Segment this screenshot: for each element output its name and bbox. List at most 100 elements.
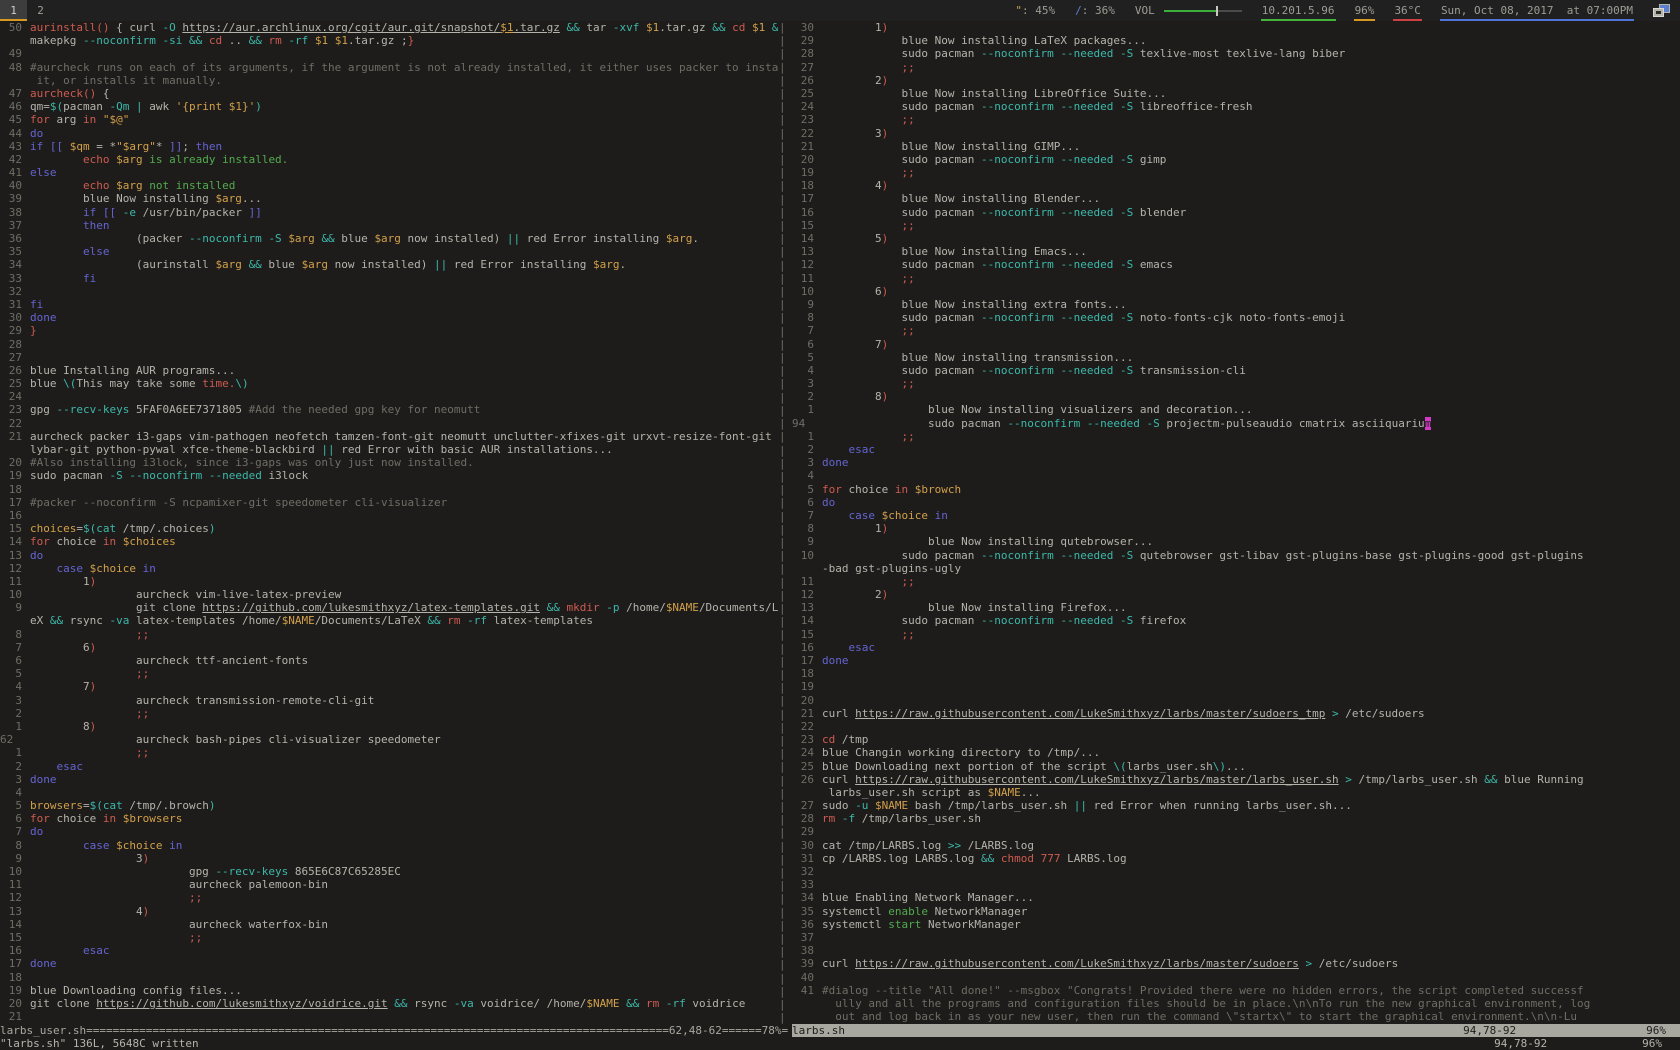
line-number: 25: [792, 87, 814, 100]
line-number: 32: [0, 285, 22, 298]
line-number: 31: [792, 852, 814, 865]
line-number: 35: [0, 245, 22, 258]
line-number: 22: [0, 417, 22, 430]
code-line: 21curl https://raw.githubusercontent.com…: [792, 707, 1680, 720]
code-line: 16 esac: [792, 641, 1680, 654]
statusline-right-ruler: 94,78-92: [1463, 1024, 1516, 1037]
home-usage-icon: ": [1015, 4, 1022, 17]
message-ruler: 94,78-92: [1494, 1037, 1547, 1050]
status-segment-container: ": 45%/: 36%VOL10.201.5.9696%36°CSun, Oc…: [1005, 0, 1643, 21]
line-number: 2: [0, 760, 22, 773]
code-line: 39 blue Now installing $arg...: [0, 192, 778, 205]
line-number: 33: [0, 272, 22, 285]
code-line: 23cd /tmp: [792, 733, 1680, 746]
code-line: 20 sudo pacman --noconfirm --needed -S g…: [792, 153, 1680, 166]
window-separator[interactable]: | | | | | | | | | | | | | | | | | | | | …: [779, 21, 793, 1024]
line-number: 26: [0, 364, 22, 377]
line-number: 5: [0, 667, 22, 680]
line-number: 28: [792, 47, 814, 60]
code-line: 17done: [0, 957, 778, 970]
code-line: 36 (packer --noconfirm -S $arg && blue $…: [0, 232, 778, 245]
code-line: 24 sudo pacman --noconfirm --needed -S l…: [792, 100, 1680, 113]
code-line: 27 ;;: [792, 61, 1680, 74]
code-line: 19: [792, 680, 1680, 693]
code-line: 30 1): [792, 21, 1680, 34]
line-number: [792, 562, 814, 575]
code-line: 24: [0, 390, 778, 403]
code-line: 2 esac: [792, 443, 1680, 456]
code-line: 19sudo pacman -S --noconfirm --needed i3…: [0, 469, 778, 482]
code-line: 22: [0, 417, 778, 430]
line-number: 21: [0, 1010, 22, 1023]
line-number: 37: [792, 931, 814, 944]
line-number: 2: [0, 707, 22, 720]
code-line-cursor: 94 sudo pacman --noconfirm --needed -S p…: [792, 417, 1680, 430]
line-number: 21: [792, 707, 814, 720]
code-line-cursor: 62 aurcheck bash-pipes cli-visualizer sp…: [0, 733, 778, 746]
code-line: -bad gst-plugins-ugly: [792, 562, 1680, 575]
datetime-label: Sun, Oct 08, 2017 at 07:00PM: [1441, 4, 1633, 17]
code-line: 34blue Enabling Network Manager...: [792, 891, 1680, 904]
code-line: 6do: [792, 496, 1680, 509]
code-line: 32: [0, 285, 778, 298]
code-line: 14 sudo pacman --noconfirm --needed -S f…: [792, 614, 1680, 627]
code-line: 23gpg --recv-keys 5FAF0A6EE7371805 #Add …: [0, 403, 778, 416]
line-number: 23: [792, 113, 814, 126]
code-line: 11 aurcheck palemoon-bin: [0, 878, 778, 891]
line-number: 7: [0, 825, 22, 838]
line-number: [792, 997, 814, 1010]
line-number: 8: [0, 628, 22, 641]
line-number: 16: [0, 944, 22, 957]
home-usage-label: : 45%: [1022, 4, 1055, 17]
code-line: 13 blue Now installing Firefox...: [792, 601, 1680, 614]
code-line: 2 ;;: [0, 707, 778, 720]
code-line: 13 blue Now installing Emacs...: [792, 245, 1680, 258]
code-line: 33: [792, 878, 1680, 891]
code-line: 2 8): [792, 390, 1680, 403]
message-percent: 96%: [1642, 1037, 1662, 1050]
line-number: 11: [792, 575, 814, 588]
workspace-1[interactable]: 1: [0, 0, 27, 21]
line-number: 49: [0, 47, 22, 60]
display-icon[interactable]: [1653, 4, 1670, 17]
code-line: 19blue Downloading config files...: [0, 984, 778, 997]
line-number: 25: [792, 760, 814, 773]
vim-left-window[interactable]: 50aurinstall() { curl -O https://aur.arc…: [0, 21, 778, 1023]
workspace-2[interactable]: 2: [27, 0, 54, 21]
line-number: 12: [0, 891, 22, 904]
code-line: 7 ;;: [792, 324, 1680, 337]
code-line: 16 esac: [0, 944, 778, 957]
code-line: 7 6): [0, 641, 778, 654]
datetime-segment: Sun, Oct 08, 2017 at 07:00PM: [1431, 0, 1643, 21]
vim-right-window[interactable]: 30 1)29 blue Now installing LaTeX packag…: [792, 21, 1680, 1023]
line-number: 6: [792, 496, 814, 509]
line-number: 34: [0, 258, 22, 271]
line-number: 41: [792, 984, 814, 997]
line-number: 15: [792, 628, 814, 641]
code-line: 37 then: [0, 219, 778, 232]
line-number: 1: [0, 746, 22, 759]
code-line: 5for choice in $browch: [792, 483, 1680, 496]
volume-segment[interactable]: VOL: [1125, 0, 1252, 21]
line-number: 43: [0, 140, 22, 153]
line-number: 1: [792, 403, 814, 416]
line-number: 20: [0, 456, 22, 469]
volume-slider[interactable]: [1164, 10, 1242, 12]
line-number: 19: [792, 166, 814, 179]
line-number: 18: [792, 667, 814, 680]
terminal: 50aurinstall() { curl -O https://aur.arc…: [0, 21, 1680, 1050]
code-line: 35systemctl enable NetworkManager: [792, 905, 1680, 918]
code-line: 9 git clone https://github.com/lukesmith…: [0, 601, 778, 614]
workspace-list: 12: [0, 0, 54, 21]
line-number: 17: [792, 654, 814, 667]
line-number: [792, 786, 814, 799]
line-number: 3: [792, 456, 814, 469]
line-number: 29: [0, 324, 22, 337]
root-usage-icon: /: [1075, 4, 1082, 17]
code-line: 1 ;;: [0, 746, 778, 759]
line-number: 1: [792, 430, 814, 443]
line-number: 40: [792, 971, 814, 984]
line-number: 15: [0, 931, 22, 944]
line-number: 9: [0, 601, 22, 614]
code-line: 27sudo -u $NAME bash /tmp/larbs_user.sh …: [792, 799, 1680, 812]
